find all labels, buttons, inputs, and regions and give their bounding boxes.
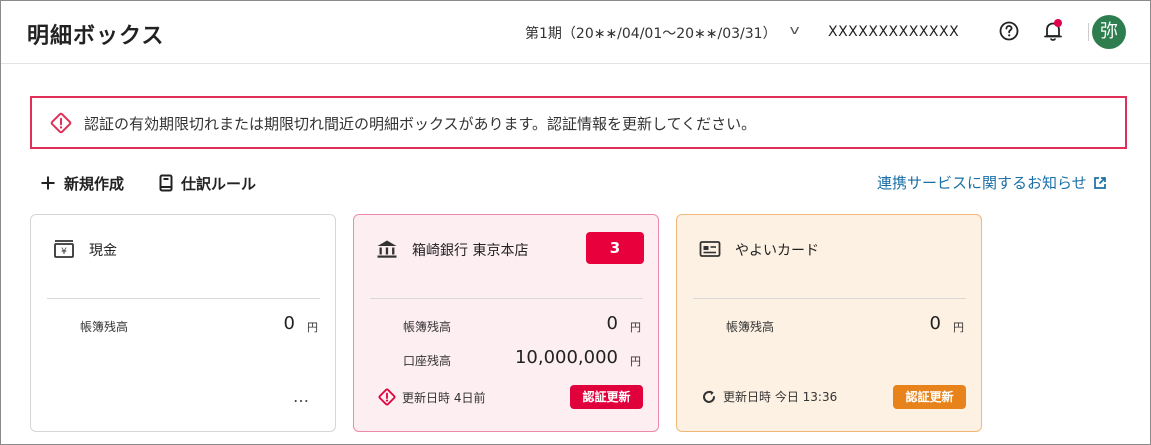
book-balance-label: 帳簿残高 <box>403 320 452 334</box>
bank-icon <box>377 240 397 258</box>
plus-icon <box>41 176 55 190</box>
new-create-button[interactable]: 新規作成 <box>40 172 124 194</box>
divider <box>693 298 966 299</box>
divider <box>370 298 643 299</box>
account-balance-label: 口座残高 <box>403 354 452 368</box>
last-updated-text: 更新日時 今日 13:36 <box>723 390 838 404</box>
last-updated: 更新日時 4日前 <box>378 388 485 406</box>
fiscal-period-selector[interactable]: 第1期（20∗∗/04/01〜20∗∗/03/31） <box>525 23 777 43</box>
warning-icon <box>50 112 72 134</box>
credit-card-card[interactable]: やよいカード 帳簿残高 0 円 更新日時 今日 13:36 認証更新 <box>676 214 982 432</box>
help-icon[interactable] <box>999 21 1019 41</box>
journal-rules-label: 仕訳ルール <box>181 174 257 193</box>
app-header: 明細ボックス 第1期（20∗∗/04/01〜20∗∗/03/31） v XXXX… <box>1 1 1150 64</box>
more-options-button[interactable]: … <box>293 387 310 406</box>
account-balance-value: 10,000,000 <box>514 347 618 368</box>
last-updated: 更新日時 今日 13:36 <box>701 388 837 405</box>
book-balance-label: 帳簿残高 <box>726 320 775 334</box>
divider <box>47 298 320 299</box>
account-name: 箱崎銀行 東京本店 <box>412 243 529 259</box>
alert-message: 認証の有効期限切れまたは期限切れ間近の明細ボックスがあります。認証情報を更新して… <box>84 115 757 133</box>
external-link-icon <box>1093 176 1106 189</box>
book-icon <box>159 174 173 192</box>
divider <box>1088 23 1089 41</box>
journal-rules-button[interactable]: 仕訳ルール <box>159 172 256 194</box>
cash-account-card[interactable]: ¥ 現金 帳簿残高 0 円 … <box>30 214 336 432</box>
service-news-link[interactable]: 連携サービスに関するお知らせ <box>877 172 1107 193</box>
renew-auth-button[interactable]: 認証更新 <box>893 385 966 409</box>
cash-register-icon: ¥ <box>54 240 74 258</box>
bank-account-card[interactable]: 箱崎銀行 東京本店 3 帳簿残高 0 円 口座残高 10,000,000 円 更… <box>353 214 659 432</box>
notification-dot <box>1054 19 1062 27</box>
new-create-label: 新規作成 <box>64 174 125 193</box>
currency-unit: 円 <box>630 355 641 368</box>
currency-unit: 円 <box>953 321 964 334</box>
service-news-label: 連携サービスに関するお知らせ <box>877 174 1087 192</box>
chevron-down-icon[interactable]: v <box>790 23 800 37</box>
book-balance-label: 帳簿残高 <box>80 320 129 334</box>
avatar[interactable]: 弥 <box>1092 15 1126 49</box>
page-title: 明細ボックス <box>27 24 165 49</box>
id-card-icon <box>699 241 721 257</box>
auth-expiry-alert: 認証の有効期限切れまたは期限切れ間近の明細ボックスがあります。認証情報を更新して… <box>30 96 1127 149</box>
currency-unit: 円 <box>307 321 318 334</box>
book-balance-value: 0 <box>606 313 618 334</box>
warning-icon <box>378 388 396 406</box>
app-frame: 明細ボックス 第1期（20∗∗/04/01〜20∗∗/03/31） v XXXX… <box>0 0 1151 445</box>
book-balance-value: 0 <box>929 313 941 334</box>
renew-auth-button[interactable]: 認証更新 <box>570 385 643 409</box>
company-name[interactable]: XXXXXXXXXXXXX <box>828 24 959 40</box>
svg-text:¥: ¥ <box>61 247 67 257</box>
account-name: 現金 <box>89 243 117 259</box>
currency-unit: 円 <box>630 321 641 334</box>
refresh-icon[interactable] <box>701 389 717 405</box>
alert-count-badge[interactable]: 3 <box>586 232 644 264</box>
last-updated-text: 更新日時 4日前 <box>402 390 486 405</box>
account-name: やよいカード <box>735 243 819 259</box>
book-balance-value: 0 <box>283 313 295 334</box>
